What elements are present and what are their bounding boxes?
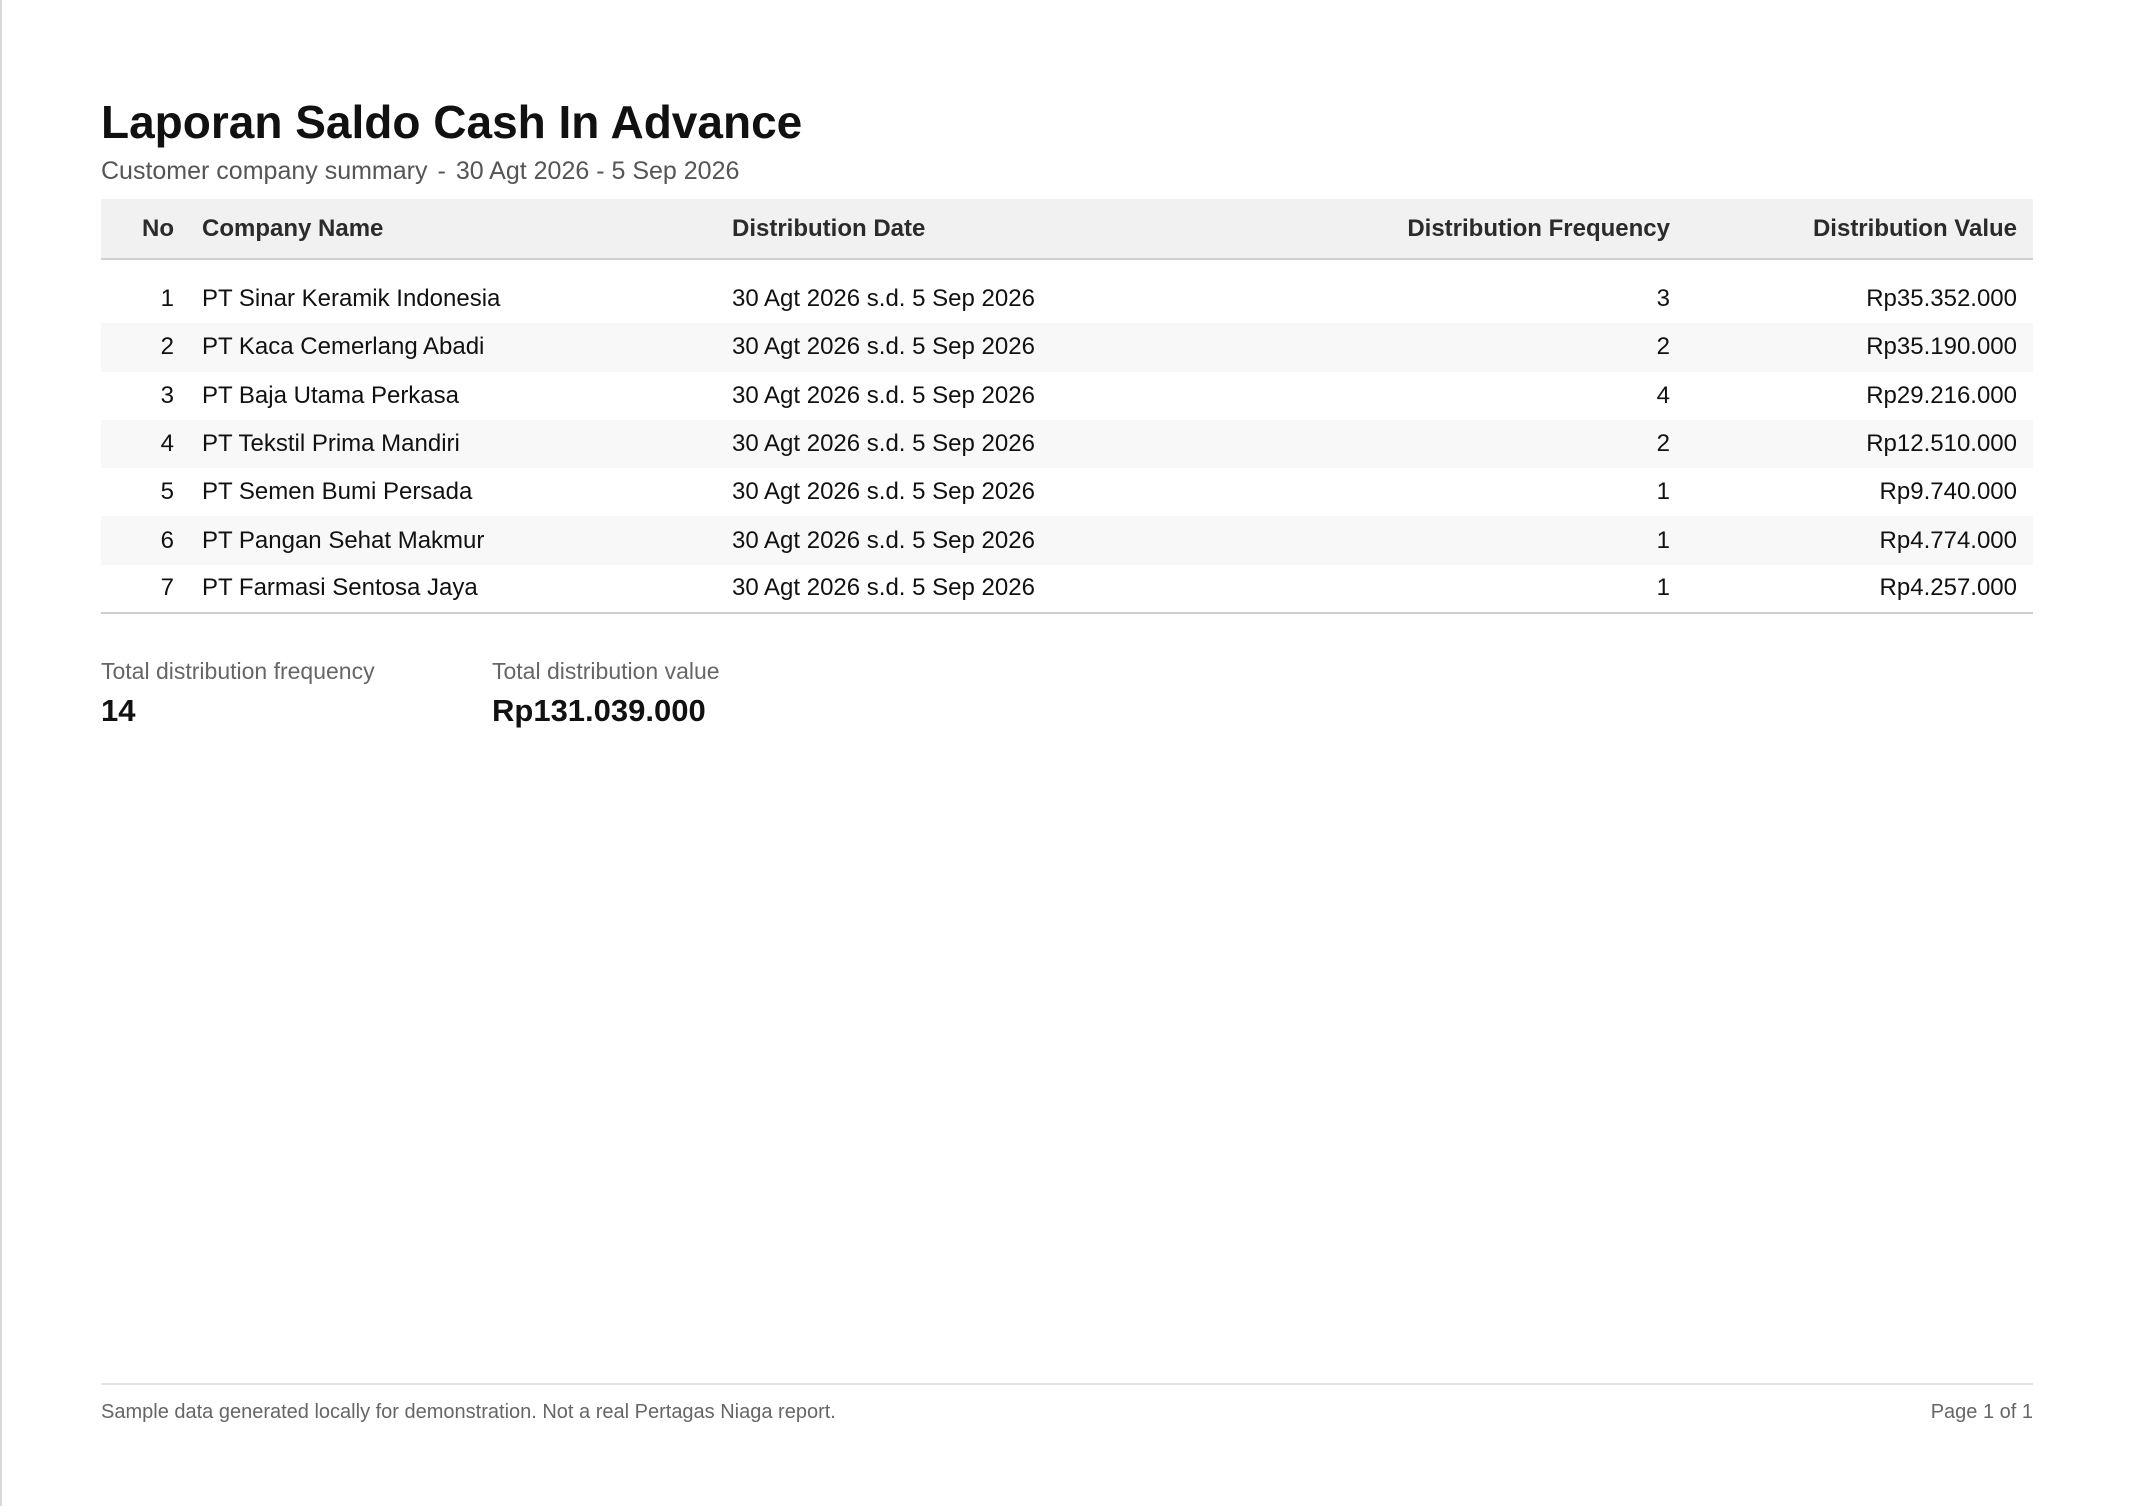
cell-distribution-date: 30 Agt 2026 s.d. 5 Sep 2026 xyxy=(732,526,1035,554)
column-header-distribution-date: Distribution Date xyxy=(732,199,1292,260)
table-header: No Company Name Distribution Date Distri… xyxy=(101,199,2033,275)
cell-distribution-frequency: 1 xyxy=(1656,478,1670,506)
column-header-company-name: Company Name xyxy=(174,199,732,260)
cell-distribution-date: 30 Agt 2026 s.d. 5 Sep 2026 xyxy=(732,285,1035,313)
cell-distribution-value: Rp29.216.000 xyxy=(1866,381,2017,409)
header-spacer-cell xyxy=(101,259,2033,275)
total-value-amount: Rp131.039.000 xyxy=(492,693,706,728)
cell-distribution-date: 30 Agt 2026 s.d. 5 Sep 2026 xyxy=(732,430,1035,458)
column-header-distribution-frequency: Distribution Frequency xyxy=(1292,199,1670,260)
report-page: Laporan Saldo Cash In Advance Customer c… xyxy=(101,0,2033,1506)
subtitle-separator: - xyxy=(437,157,446,185)
cell-company-name: PT Sinar Keramik Indonesia xyxy=(202,285,501,313)
cell-no: 4 xyxy=(160,430,174,458)
total-value-block: Total distribution value Rp131.039.000 xyxy=(492,658,883,729)
cell-no: 7 xyxy=(101,564,174,615)
cell-distribution-value: Rp4.257.000 xyxy=(1670,564,2033,615)
cell-company-name: PT Pangan Sehat Makmur xyxy=(202,526,485,554)
table-row: 2 PT Kaca Cemerlang Abadi 30 Agt 2026 s.… xyxy=(101,323,2033,372)
cell-distribution-value: Rp12.510.000 xyxy=(1866,430,2017,458)
cell-company-name: PT Baja Utama Perkasa xyxy=(202,381,460,409)
cell-distribution-frequency: 1 xyxy=(1292,564,1670,615)
footer-divider xyxy=(101,1383,2033,1385)
subtitle-period: 30 Agt 2026 - 5 Sep 2026 xyxy=(455,157,740,185)
cell-distribution-date: 30 Agt 2026 s.d. 5 Sep 2026 xyxy=(732,381,1035,409)
cell-no: 3 xyxy=(160,381,174,409)
total-frequency-block: Total distribution frequency 14 xyxy=(101,658,492,729)
table-header-row: No Company Name Distribution Date Distri… xyxy=(101,199,2033,260)
cell-distribution-frequency: 2 xyxy=(1656,430,1670,458)
cash-in-advance-table: No Company Name Distribution Date Distri… xyxy=(101,199,2033,615)
table-row: 7 PT Farmasi Sentosa Jaya 30 Agt 2026 s.… xyxy=(101,564,2033,615)
cell-distribution-frequency: 4 xyxy=(1656,381,1670,409)
table-row: 5 PT Semen Bumi Persada 30 Agt 2026 s.d.… xyxy=(101,468,2033,516)
report-subtitle: Customer company summary -30 Agt 2026 - 5… xyxy=(101,157,739,186)
cell-company-name: PT Farmasi Sentosa Jaya xyxy=(174,564,732,615)
page-number: Page 1 of 1 xyxy=(1930,1401,2033,1423)
cell-distribution-frequency: 1 xyxy=(1656,526,1670,554)
header-spacer xyxy=(101,259,2033,275)
cell-company-name: PT Kaca Cemerlang Abadi xyxy=(202,333,485,361)
cell-distribution-date: 30 Agt 2026 s.d. 5 Sep 2026 xyxy=(732,478,1035,506)
cell-no: 2 xyxy=(160,333,174,361)
table-body: 1 PT Sinar Keramik Indonesia 30 Agt 2026… xyxy=(101,275,2033,615)
table-row: 4 PT Tekstil Prima Mandiri 30 Agt 2026 s… xyxy=(101,419,2033,469)
total-frequency-label: Total distribution frequency xyxy=(101,658,375,684)
totals-summary: Total distribution frequency 14 Total di… xyxy=(101,658,883,729)
table-row: 3 PT Baja Utama Perkasa 30 Agt 2026 s.d.… xyxy=(101,372,2033,420)
cell-distribution-value: Rp35.352.000 xyxy=(1866,285,2017,313)
cell-no: 5 xyxy=(160,478,174,506)
table-row: 1 PT Sinar Keramik Indonesia 30 Agt 2026… xyxy=(101,275,2033,323)
report-title: Laporan Saldo Cash In Advance xyxy=(101,96,803,148)
cell-distribution-date: 30 Agt 2026 s.d. 5 Sep 2026 xyxy=(732,333,1035,361)
page-left-edge xyxy=(0,0,2,1506)
column-header-no: No xyxy=(101,199,174,260)
cell-no: 1 xyxy=(160,285,174,313)
cell-distribution-value: Rp4.774.000 xyxy=(1879,526,2017,554)
table-row: 6 PT Pangan Sehat Makmur 30 Agt 2026 s.d… xyxy=(101,516,2033,565)
column-header-distribution-value: Distribution Value xyxy=(1670,199,2033,260)
total-value-label: Total distribution value xyxy=(492,658,720,684)
total-frequency-value: 14 xyxy=(101,693,136,728)
cell-company-name: PT Semen Bumi Persada xyxy=(202,478,473,506)
cell-distribution-frequency: 3 xyxy=(1656,285,1670,313)
cell-distribution-frequency: 2 xyxy=(1656,333,1670,361)
cell-distribution-date: 30 Agt 2026 s.d. 5 Sep 2026 xyxy=(732,564,1292,615)
subtitle-label: Customer company summary xyxy=(101,157,428,185)
footer-note: Sample data generated locally for demons… xyxy=(101,1401,836,1423)
cell-company-name: PT Tekstil Prima Mandiri xyxy=(202,430,460,458)
cell-distribution-value: Rp35.190.000 xyxy=(1866,333,2017,361)
cell-no: 6 xyxy=(160,526,174,554)
cell-distribution-value: Rp9.740.000 xyxy=(1879,478,2017,506)
